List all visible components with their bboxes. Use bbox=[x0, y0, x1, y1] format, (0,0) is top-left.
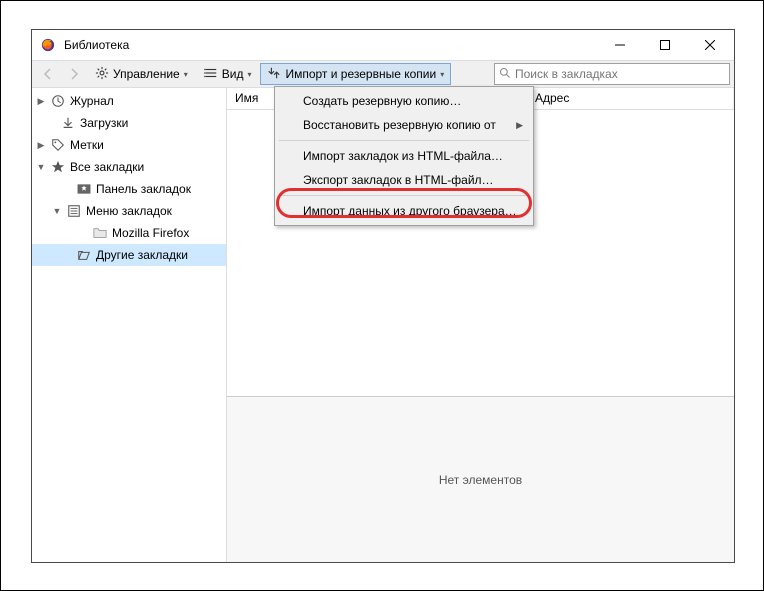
import-backup-button[interactable]: Импорт и резервные копии ▾ bbox=[260, 63, 451, 85]
window-controls bbox=[597, 30, 732, 60]
download-icon bbox=[60, 116, 76, 130]
firefox-icon bbox=[40, 37, 56, 53]
tree-item-bookmarks-menu[interactable]: ▼ Меню закладок bbox=[32, 200, 226, 222]
tree-label: Все закладки bbox=[70, 160, 144, 174]
search-box[interactable] bbox=[494, 63, 730, 85]
bookmark-bar-icon bbox=[76, 182, 92, 196]
menu-label: Импорт данных из другого браузера… bbox=[303, 204, 517, 218]
chevron-down-icon: ▾ bbox=[184, 70, 188, 79]
tree-label: Другие закладки bbox=[96, 248, 188, 262]
column-address[interactable]: Адрес bbox=[527, 88, 734, 109]
manage-button[interactable]: Управление ▾ bbox=[88, 63, 195, 85]
import-backup-label: Импорт и резервные копии bbox=[285, 67, 436, 81]
menu-separator bbox=[279, 195, 529, 196]
forward-button[interactable] bbox=[62, 63, 86, 85]
import-export-icon bbox=[267, 66, 281, 83]
close-button[interactable] bbox=[687, 30, 732, 60]
tree-label: Mozilla Firefox bbox=[112, 226, 189, 240]
detail-pane: Нет элементов bbox=[227, 396, 734, 562]
tree-label: Метки bbox=[70, 138, 104, 152]
submenu-arrow-icon: ▶ bbox=[516, 120, 523, 131]
tree-label: Загрузки bbox=[80, 116, 128, 130]
tree-item-tags[interactable]: ▶ Метки bbox=[32, 134, 226, 156]
menu-restore-backup[interactable]: Восстановить резервную копию от ▶ bbox=[277, 113, 531, 137]
manage-label: Управление bbox=[113, 67, 180, 81]
search-icon bbox=[499, 67, 511, 82]
minimize-button[interactable] bbox=[597, 30, 642, 60]
menu-label: Экспорт закладок в HTML-файл… bbox=[303, 173, 494, 187]
tree-item-mozilla-firefox[interactable]: Mozilla Firefox bbox=[32, 222, 226, 244]
view-label: Вид bbox=[222, 67, 244, 81]
search-input[interactable] bbox=[515, 67, 725, 81]
titlebar: Библиотека bbox=[32, 30, 734, 60]
folder-icon bbox=[92, 226, 108, 240]
collapse-icon[interactable]: ▼ bbox=[36, 162, 46, 172]
collapse-icon[interactable]: ▼ bbox=[52, 206, 62, 216]
star-icon bbox=[50, 160, 66, 174]
chevron-down-icon: ▾ bbox=[247, 70, 251, 79]
chevron-down-icon: ▾ bbox=[440, 70, 444, 79]
tree-item-downloads[interactable]: Загрузки bbox=[32, 112, 226, 134]
sidebar-tree[interactable]: ▶ Журнал Загрузки ▶ Метки ▼ Все закладки bbox=[32, 88, 227, 562]
maximize-button[interactable] bbox=[642, 30, 687, 60]
tree-item-bookmarks-toolbar[interactable]: Панель закладок bbox=[32, 178, 226, 200]
import-backup-menu: Создать резервную копию… Восстановить ре… bbox=[274, 86, 534, 226]
menu-create-backup[interactable]: Создать резервную копию… bbox=[277, 89, 531, 113]
view-button[interactable]: Вид ▾ bbox=[197, 63, 259, 85]
menu-separator bbox=[279, 140, 529, 141]
expand-icon[interactable]: ▶ bbox=[36, 140, 46, 151]
menu-import-from-browser[interactable]: Импорт данных из другого браузера… bbox=[277, 199, 531, 223]
menu-label: Создать резервную копию… bbox=[303, 94, 461, 108]
empty-label: Нет элементов bbox=[439, 473, 522, 487]
toolbar: Управление ▾ Вид ▾ Импорт и резервные ко… bbox=[32, 60, 734, 88]
bookmark-menu-icon bbox=[66, 204, 82, 218]
menu-label: Восстановить резервную копию от bbox=[303, 118, 496, 132]
clock-icon bbox=[50, 94, 66, 108]
tree-label: Панель закладок bbox=[96, 182, 191, 196]
tree-item-history[interactable]: ▶ Журнал bbox=[32, 90, 226, 112]
back-button[interactable] bbox=[36, 63, 60, 85]
tree-item-all-bookmarks[interactable]: ▼ Все закладки bbox=[32, 156, 226, 178]
menu-label: Импорт закладок из HTML-файла… bbox=[303, 149, 503, 163]
gear-icon bbox=[95, 66, 109, 83]
menu-import-html[interactable]: Импорт закладок из HTML-файла… bbox=[277, 144, 531, 168]
window-title: Библиотека bbox=[64, 38, 597, 52]
tag-icon bbox=[50, 138, 66, 152]
tree-label: Журнал bbox=[70, 94, 114, 108]
menu-export-html[interactable]: Экспорт закладок в HTML-файл… bbox=[277, 168, 531, 192]
tree-label: Меню закладок bbox=[86, 204, 172, 218]
other-bookmarks-icon bbox=[76, 248, 92, 262]
list-icon bbox=[204, 66, 218, 83]
expand-icon[interactable]: ▶ bbox=[36, 96, 46, 107]
tree-item-other-bookmarks[interactable]: Другие закладки bbox=[32, 244, 226, 266]
